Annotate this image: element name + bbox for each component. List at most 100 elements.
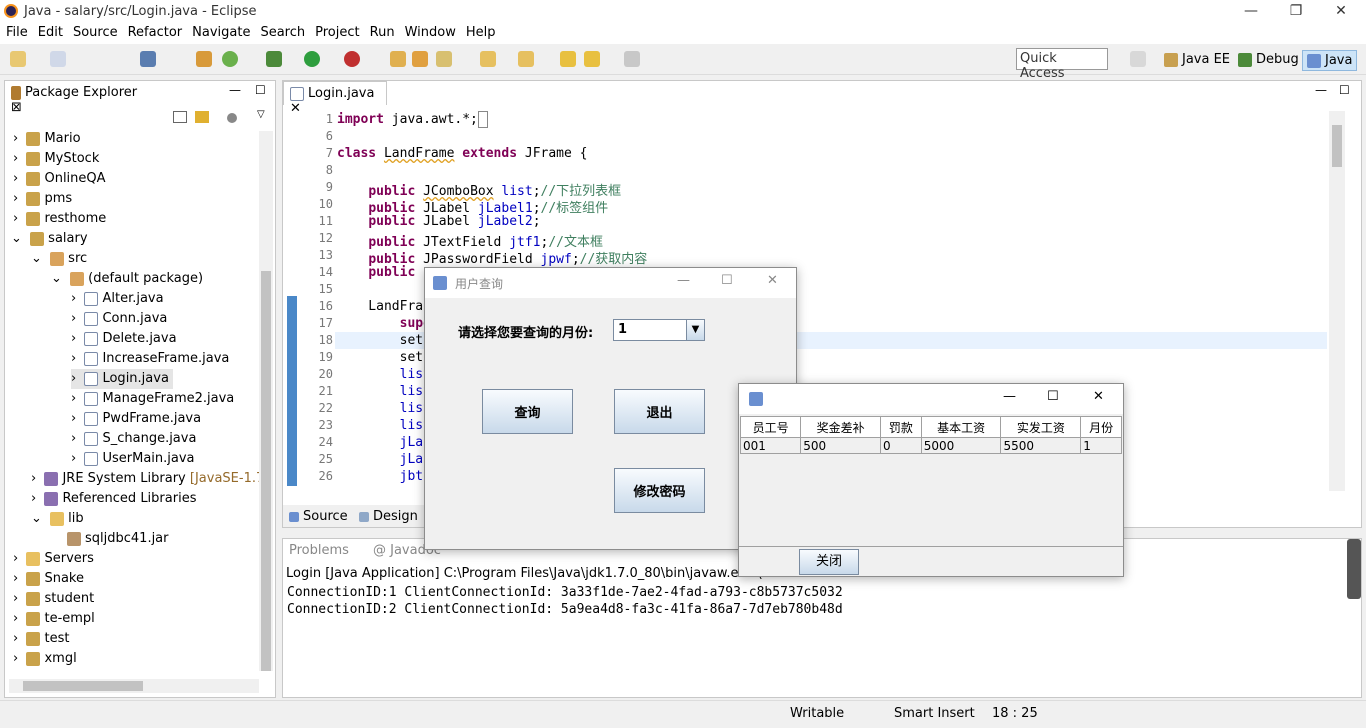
query-button[interactable]: 查询 [482,389,573,434]
collapse-all-icon[interactable] [173,111,187,123]
open-type-icon[interactable] [390,51,406,67]
table-cell[interactable]: 500 [800,437,881,454]
menu-navigate[interactable]: Navigate [186,23,254,40]
design-tab[interactable]: Design [359,509,418,524]
tree-item-src[interactable]: ⌄ src [31,249,87,269]
terminal-icon[interactable] [140,51,156,67]
save-icon[interactable] [50,51,66,67]
vertical-scrollbar[interactable] [259,131,273,671]
forward-icon[interactable] [624,51,640,67]
tree-item-pwdframe[interactable]: › PwdFrame.java [71,409,201,429]
problems-tab[interactable]: Problems [289,543,349,558]
minimize-view-icon[interactable]: — [229,83,241,97]
menu-source[interactable]: Source [67,23,122,40]
tree-item-increaseframe[interactable]: › IncreaseFrame.java [71,349,229,369]
chevron-down-icon[interactable]: ▼ [686,320,704,340]
menu-edit[interactable]: Edit [32,23,67,40]
column-header[interactable]: 员工号 [739,416,802,438]
table-cell[interactable]: 001 [739,437,802,454]
filter-icon[interactable] [227,113,237,123]
last-edit-icon[interactable] [560,51,576,67]
restore-button[interactable]: ❐ [1273,0,1319,23]
tree-item-delete[interactable]: › Delete.java [71,329,177,349]
menu-run[interactable]: Run [364,23,399,40]
tree-item-lib[interactable]: ⌄ lib [31,509,84,529]
run-icon[interactable] [304,51,320,67]
tree-item-pms[interactable]: › pms [13,189,72,209]
view-menu-icon[interactable]: ▽ [257,109,265,120]
tree-item-onlineqa[interactable]: › OnlineQA [13,169,106,189]
tree-item-default-package[interactable]: ⌄ (default package) [51,269,203,289]
close-tab-icon[interactable]: ⊠ [11,100,22,115]
editor-tab-login[interactable]: Login.java ✕ [283,81,387,116]
result-close-button[interactable]: ✕ [1093,389,1104,404]
dialog-minimize-button[interactable]: — [677,273,690,288]
menu-search[interactable]: Search [254,23,309,40]
next-annotation-icon[interactable] [480,51,496,67]
perspective-java[interactable]: Java [1302,50,1358,71]
column-header[interactable]: 罚款 [880,416,922,438]
tree-item-s-change[interactable]: › S_change.java [71,429,196,449]
source-tab[interactable]: Source [289,509,348,524]
menu-file[interactable]: File [0,23,32,40]
close-result-button[interactable]: 关闭 [799,549,859,575]
dialog-maximize-button[interactable]: ☐ [721,273,733,288]
tree-item-manageframe2[interactable]: › ManageFrame2.java [71,389,234,409]
tree-item-mario[interactable]: › Mario [13,129,81,149]
tree-item-salary[interactable]: ⌄ salary [11,229,88,249]
horizontal-scrollbar[interactable] [9,679,259,693]
close-button[interactable]: ✕ [1318,0,1364,23]
tree-item-login[interactable]: › Login.java [71,369,173,389]
tree-item-jre[interactable]: › JRE System Library [JavaSE-1.7] [31,469,269,489]
menu-help[interactable]: Help [460,23,500,40]
tree-item-usermain[interactable]: › UserMain.java [71,449,195,469]
column-header[interactable]: 奖金差补 [800,416,881,438]
minimize-editor-icon[interactable]: — [1315,83,1327,97]
package-icon[interactable] [196,51,212,67]
table-row[interactable]: 001 500 0 5000 5500 1 [739,437,1122,454]
change-password-button[interactable]: 修改密码 [614,468,705,513]
tree-item-servers[interactable]: › Servers [13,549,94,569]
table-cell[interactable]: 1 [1080,437,1122,454]
new-icon[interactable] [10,51,26,67]
editor-scrollbar[interactable] [1329,111,1345,491]
tree-item-xmgl[interactable]: › xmgl [13,649,77,669]
menu-refactor[interactable]: Refactor [122,23,187,40]
pen-icon[interactable] [436,51,452,67]
tree-item-te-empl[interactable]: › te-empl [13,609,95,629]
tree-item-student[interactable]: › student [13,589,94,609]
exit-button[interactable]: 退出 [614,389,705,434]
maximize-view-icon[interactable]: ☐ [255,83,266,97]
tree-item-alter[interactable]: › Alter.java [71,289,164,309]
result-maximize-button[interactable]: ☐ [1047,389,1059,404]
perspective-debug[interactable]: Debug [1234,50,1303,69]
tree-item-conn[interactable]: › Conn.java [71,309,167,329]
menu-window[interactable]: Window [399,23,460,40]
prev-annotation-icon[interactable] [518,51,534,67]
debug-icon[interactable] [266,51,282,67]
open-perspective-icon[interactable] [1130,51,1146,67]
minimize-button[interactable]: — [1228,0,1274,23]
package-explorer-tab[interactable]: Package Explorer ⊠ [5,81,155,115]
tree-item-snake[interactable]: › Snake [13,569,84,589]
table-cell[interactable]: 5000 [920,437,1002,454]
result-minimize-button[interactable]: — [1003,389,1016,404]
menu-project[interactable]: Project [309,23,363,40]
dialog-close-button[interactable]: ✕ [767,273,778,288]
tree-item-sqljdbc[interactable]: sqljdbc41.jar [67,529,169,549]
column-header[interactable]: 月份 [1080,416,1122,438]
tree-item-resthome[interactable]: › resthome [13,209,106,229]
quick-access-input[interactable]: Quick Access [1016,48,1108,81]
link-editor-icon[interactable] [195,111,209,123]
tree-item-referenced-libraries[interactable]: › Referenced Libraries [31,489,196,509]
maximize-editor-icon[interactable]: ☐ [1339,83,1350,97]
back-icon[interactable] [584,51,600,67]
tree-item-test[interactable]: › test [13,629,69,649]
table-cell[interactable]: 5500 [1000,437,1082,454]
month-combobox[interactable]: 1 ▼ [613,319,705,341]
tree-item-mystock[interactable]: › MyStock [13,149,99,169]
column-header[interactable]: 实发工资 [1000,416,1082,438]
perspective-java-ee[interactable]: Java EE [1160,50,1234,69]
refresh-icon[interactable] [222,51,238,67]
column-header[interactable]: 基本工资 [920,416,1002,438]
